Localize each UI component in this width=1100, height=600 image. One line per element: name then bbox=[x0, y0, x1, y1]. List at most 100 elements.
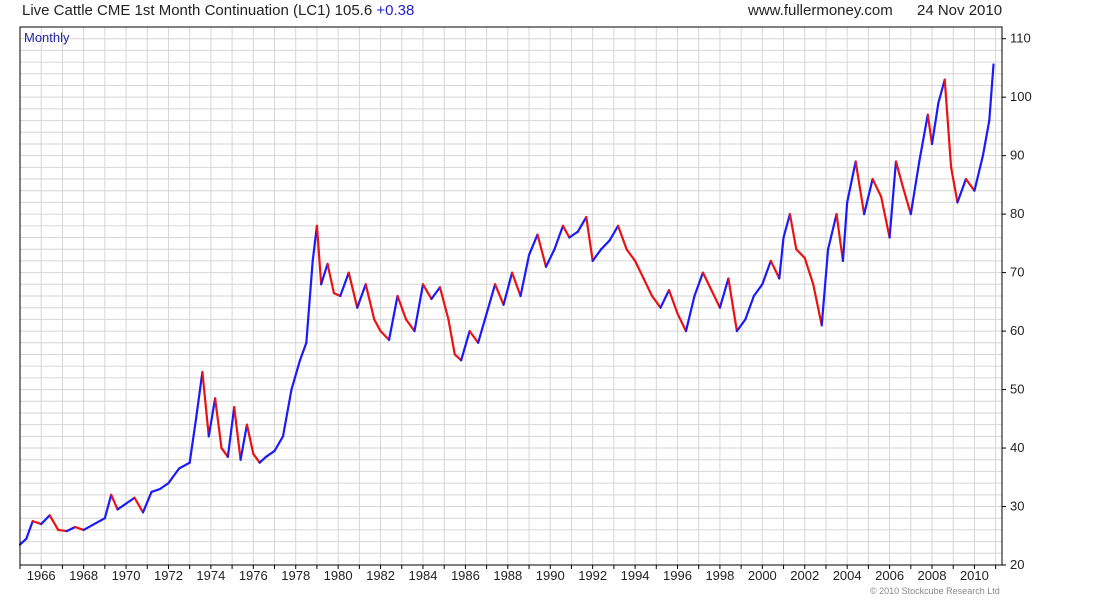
x-tick-label: 1996 bbox=[663, 568, 692, 583]
x-tick-label: 1970 bbox=[112, 568, 141, 583]
price-segment bbox=[194, 370, 204, 420]
price-segment bbox=[158, 482, 170, 491]
price-segment bbox=[943, 78, 953, 169]
price-segment bbox=[909, 160, 921, 216]
price-segment bbox=[347, 271, 359, 309]
price-segment bbox=[447, 318, 456, 356]
price-segment bbox=[854, 160, 866, 216]
price-segment bbox=[918, 113, 929, 163]
y-tick-label: 40 bbox=[1010, 440, 1024, 455]
period-label: Monthly bbox=[24, 30, 70, 45]
price-segment bbox=[826, 213, 838, 251]
price-segment bbox=[110, 493, 119, 511]
price-segment bbox=[245, 423, 255, 455]
price-segment bbox=[387, 294, 399, 341]
price-segment bbox=[981, 119, 991, 157]
price-segment bbox=[124, 496, 136, 505]
price-segment bbox=[841, 201, 849, 263]
price-segment bbox=[214, 397, 223, 450]
price-segment bbox=[430, 286, 442, 301]
price-segment bbox=[305, 259, 314, 344]
price-segment bbox=[40, 514, 51, 526]
price-segment bbox=[701, 271, 713, 292]
price-segment bbox=[676, 312, 688, 333]
x-tick-label: 1988 bbox=[493, 568, 522, 583]
price-segment bbox=[591, 248, 603, 263]
x-tick-label: 1976 bbox=[239, 568, 268, 583]
price-segment bbox=[273, 435, 285, 453]
x-tick-label: 2004 bbox=[833, 568, 862, 583]
price-segment bbox=[894, 160, 904, 186]
price-segment bbox=[133, 496, 145, 514]
x-tick-label: 1974 bbox=[196, 568, 225, 583]
price-segment bbox=[82, 522, 96, 532]
price-segment bbox=[31, 520, 43, 526]
price-segment bbox=[421, 283, 433, 301]
x-tick-label: 1982 bbox=[366, 568, 395, 583]
price-segment bbox=[233, 406, 242, 461]
price-segment bbox=[752, 283, 764, 298]
price-segment bbox=[642, 277, 654, 298]
price-segment bbox=[201, 370, 210, 438]
y-tick-label: 30 bbox=[1010, 499, 1024, 514]
price-segment bbox=[65, 525, 77, 533]
x-tick-label: 2002 bbox=[790, 568, 819, 583]
price-segment bbox=[625, 248, 637, 263]
price-segment bbox=[949, 166, 959, 204]
price-segment bbox=[315, 224, 323, 286]
price-segment bbox=[150, 487, 162, 494]
price-chart: Monthly 1966 1968 1970 1972 1974 1976 1978 1980… bbox=[18, 26, 1032, 583]
price-segment bbox=[167, 467, 181, 485]
x-tick-label: 1980 bbox=[324, 568, 353, 583]
price-segment bbox=[788, 213, 798, 251]
y-tick-label: 70 bbox=[1010, 265, 1024, 280]
price-segment bbox=[220, 446, 229, 458]
price-segment bbox=[364, 283, 376, 321]
x-tick-label: 2010 bbox=[960, 568, 989, 583]
x-tick-label: 1984 bbox=[409, 568, 438, 583]
x-tick-label: 1986 bbox=[451, 568, 480, 583]
x-tick-label: 1966 bbox=[27, 568, 56, 583]
price-segment bbox=[769, 259, 781, 280]
y-tick-label: 20 bbox=[1010, 557, 1024, 572]
x-tick-label: 1994 bbox=[621, 568, 650, 583]
price-segment bbox=[226, 406, 236, 458]
x-tick-label: 1972 bbox=[154, 568, 183, 583]
price-segment bbox=[576, 215, 588, 233]
y-tick-label: 100 bbox=[1010, 89, 1032, 104]
price-segment bbox=[326, 262, 336, 295]
price-segment bbox=[684, 294, 696, 333]
price-segment bbox=[871, 177, 883, 198]
price-segment bbox=[320, 262, 329, 286]
y-tick-label: 90 bbox=[1010, 148, 1024, 163]
x-axis-ticks: 1966 1968 1970 1972 1974 1976 1978 1980 1982 1984… bbox=[19, 565, 997, 583]
price-segment bbox=[718, 277, 730, 309]
price-segment bbox=[585, 215, 594, 263]
price-segment bbox=[477, 312, 488, 344]
x-tick-label: 1998 bbox=[705, 568, 734, 583]
y-tick-label: 80 bbox=[1010, 206, 1024, 221]
y-tick-label: 50 bbox=[1010, 382, 1024, 397]
price-segment bbox=[188, 417, 198, 464]
price-segment bbox=[536, 233, 548, 268]
price-segment bbox=[568, 230, 579, 239]
price-segment bbox=[453, 353, 463, 362]
price-segment bbox=[379, 329, 391, 341]
price-segment bbox=[659, 289, 671, 309]
price-segment bbox=[973, 154, 985, 192]
price-segment bbox=[937, 78, 946, 105]
price-segment bbox=[48, 514, 60, 532]
y-axis-ticks: 20 30 40 50 60 70 80 90 100 110 bbox=[1002, 31, 1032, 572]
price-segment bbox=[561, 224, 571, 239]
x-tick-label: 1968 bbox=[69, 568, 98, 583]
price-segment bbox=[252, 452, 261, 464]
x-tick-label: 1978 bbox=[281, 568, 310, 583]
price-segment bbox=[710, 289, 722, 309]
y-tick-label: 110 bbox=[1010, 31, 1031, 46]
price-segment bbox=[57, 528, 68, 533]
price-segment bbox=[239, 423, 249, 461]
price-segment bbox=[964, 177, 976, 192]
price-segment bbox=[988, 63, 995, 122]
price-segment bbox=[727, 277, 738, 333]
x-tick-label: 1992 bbox=[578, 568, 607, 583]
